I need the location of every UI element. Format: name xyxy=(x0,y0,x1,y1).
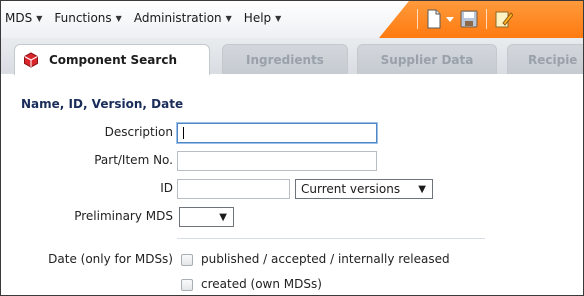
toolbar-separator xyxy=(486,9,487,29)
chevron-down-icon: ▼ xyxy=(36,13,43,23)
text-cursor xyxy=(183,127,184,139)
date-label: Date (only for MDSs) xyxy=(48,252,173,266)
tab-label: Recipie xyxy=(528,52,578,67)
toolbar-separator xyxy=(417,9,418,29)
menu-label: Administration xyxy=(133,11,222,25)
section-title: Name, ID, Version, Date xyxy=(21,97,184,111)
main-menu: MDS ▼ Functions ▼ Administration ▼ Help … xyxy=(5,11,293,25)
version-select[interactable]: Current versions ▼ xyxy=(295,179,433,199)
menu-bar: MDS ▼ Functions ▼ Administration ▼ Help … xyxy=(1,1,583,38)
created-checkbox[interactable] xyxy=(181,279,193,291)
id-input[interactable] xyxy=(177,179,290,199)
new-document-icon[interactable] xyxy=(426,9,444,29)
tab-bar: Component Search Ingredients Supplier Da… xyxy=(1,38,583,75)
chevron-down-icon: ▼ xyxy=(225,13,232,23)
dropdown-caret-icon[interactable] xyxy=(444,9,456,29)
save-icon[interactable] xyxy=(460,9,478,29)
cube-icon xyxy=(23,52,41,68)
chevron-down-icon: ▼ xyxy=(418,184,426,195)
chevron-down-icon: ▼ xyxy=(219,212,227,223)
menu-mds[interactable]: MDS ▼ xyxy=(5,11,42,25)
preliminary-mds-label: Preliminary MDS xyxy=(74,209,173,223)
edit-icon[interactable] xyxy=(495,9,514,29)
toolbar xyxy=(409,9,514,29)
application-window: MDS ▼ Functions ▼ Administration ▼ Help … xyxy=(0,0,584,296)
menu-administration[interactable]: Administration ▼ xyxy=(134,11,232,25)
preliminary-mds-select[interactable]: ▼ xyxy=(179,207,234,227)
menu-label: Functions xyxy=(54,11,112,25)
menu-label: MDS xyxy=(5,11,33,25)
tab-component-search[interactable]: Component Search xyxy=(14,44,210,75)
published-checkbox[interactable] xyxy=(181,254,193,266)
section-divider xyxy=(177,238,485,239)
description-input[interactable] xyxy=(177,123,377,143)
description-label: Description xyxy=(104,125,173,139)
tab-ingredients[interactable]: Ingredients xyxy=(222,44,348,74)
tab-supplier-data[interactable]: Supplier Data xyxy=(357,44,497,74)
tab-label: Ingredients xyxy=(246,52,324,67)
created-checkbox-label[interactable]: created (own MDSs) xyxy=(201,277,322,291)
chevron-down-icon: ▼ xyxy=(115,13,122,23)
tab-recipie[interactable]: Recipie xyxy=(507,44,583,74)
search-form: Name, ID, Version, Date Description Part… xyxy=(1,74,583,295)
menu-functions[interactable]: Functions ▼ xyxy=(54,11,121,25)
chevron-down-icon: ▼ xyxy=(275,13,282,23)
part-item-label: Part/Item No. xyxy=(94,153,173,167)
tab-label: Component Search xyxy=(49,53,177,67)
tab-label: Supplier Data xyxy=(380,52,474,67)
id-label: ID xyxy=(160,181,173,195)
version-select-value: Current versions xyxy=(301,182,401,196)
menu-help[interactable]: Help ▼ xyxy=(244,11,282,25)
published-checkbox-label[interactable]: published / accepted / internally releas… xyxy=(201,252,450,266)
menu-label: Help xyxy=(243,11,272,25)
part-item-input[interactable] xyxy=(177,151,377,171)
